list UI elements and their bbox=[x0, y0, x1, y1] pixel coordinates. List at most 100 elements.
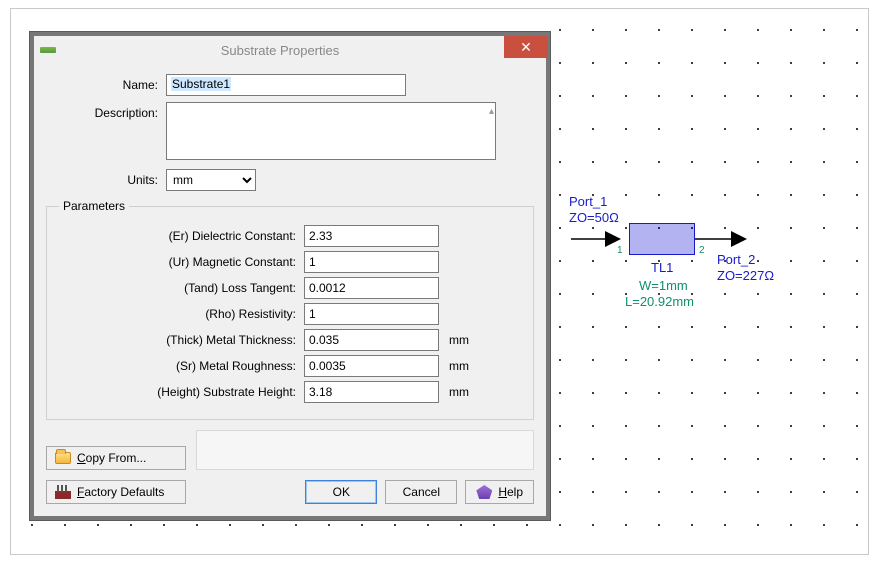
grid-dot bbox=[526, 524, 528, 526]
grid-dot bbox=[856, 62, 858, 64]
grid-dot bbox=[592, 293, 594, 295]
param-input-rho[interactable] bbox=[304, 303, 439, 325]
grid-dot bbox=[724, 29, 726, 31]
grid-dot bbox=[460, 524, 462, 526]
grid-dot bbox=[823, 458, 825, 460]
param-label-tand: (Tand) Loss Tangent: bbox=[59, 281, 304, 295]
param-input-thick[interactable] bbox=[304, 329, 439, 351]
grid-dot bbox=[691, 194, 693, 196]
grid-dot bbox=[691, 293, 693, 295]
cancel-button[interactable]: Cancel bbox=[385, 480, 457, 504]
grid-dot bbox=[592, 392, 594, 394]
grid-dot bbox=[625, 29, 627, 31]
grid-dot bbox=[790, 227, 792, 229]
param-input-tand[interactable] bbox=[304, 277, 439, 299]
grid-dot bbox=[691, 29, 693, 31]
grid-dot bbox=[592, 95, 594, 97]
param-input-sr[interactable] bbox=[304, 355, 439, 377]
grid-dot bbox=[790, 161, 792, 163]
param-input-ur[interactable] bbox=[304, 251, 439, 273]
grid-dot bbox=[658, 95, 660, 97]
grid-dot bbox=[592, 161, 594, 163]
grid-dot bbox=[757, 392, 759, 394]
grid-dot bbox=[559, 95, 561, 97]
grid-dot bbox=[724, 458, 726, 460]
grid-dot bbox=[658, 425, 660, 427]
tl-box[interactable] bbox=[629, 223, 695, 255]
grid-dot bbox=[625, 95, 627, 97]
grid-dot bbox=[724, 359, 726, 361]
grid-dot bbox=[757, 62, 759, 64]
grid-dot bbox=[592, 491, 594, 493]
grid-dot bbox=[691, 161, 693, 163]
folder-icon bbox=[55, 452, 71, 464]
grid-dot bbox=[361, 524, 363, 526]
grid-dot bbox=[625, 128, 627, 130]
grid-dot bbox=[691, 458, 693, 460]
scroll-up-icon[interactable]: ▴ bbox=[489, 106, 494, 117]
grid-dot bbox=[790, 29, 792, 31]
grid-dot bbox=[427, 524, 429, 526]
grid-dot bbox=[724, 194, 726, 196]
grid-dot bbox=[856, 359, 858, 361]
param-input-height[interactable] bbox=[304, 381, 439, 403]
help-icon bbox=[476, 485, 492, 499]
grid-dot bbox=[823, 392, 825, 394]
dialog-title: Substrate Properties bbox=[56, 43, 504, 58]
name-value: Substrate1 bbox=[171, 77, 231, 91]
description-label: Description: bbox=[46, 102, 166, 120]
grid-dot bbox=[724, 491, 726, 493]
grid-dot bbox=[559, 161, 561, 163]
grid-dot bbox=[724, 95, 726, 97]
grid-dot bbox=[592, 458, 594, 460]
grid-dot bbox=[823, 359, 825, 361]
close-button[interactable]: ✕ bbox=[504, 36, 548, 58]
grid-dot bbox=[823, 62, 825, 64]
grid-dot bbox=[790, 326, 792, 328]
factory-defaults-button[interactable]: Factory Defaults bbox=[46, 480, 186, 504]
factory-icon bbox=[55, 485, 71, 499]
grid-dot bbox=[823, 227, 825, 229]
grid-dot bbox=[757, 29, 759, 31]
help-button[interactable]: Help bbox=[465, 480, 534, 504]
ok-button[interactable]: OK bbox=[305, 480, 377, 504]
grid-dot bbox=[757, 425, 759, 427]
app-icon bbox=[40, 47, 56, 53]
grid-dot bbox=[559, 326, 561, 328]
port1-zo: ZO=50Ω bbox=[569, 210, 619, 225]
description-input[interactable] bbox=[166, 102, 496, 160]
grid-dot bbox=[823, 194, 825, 196]
grid-dot bbox=[658, 194, 660, 196]
port2-label: Port_2 bbox=[717, 252, 755, 267]
grid-dot bbox=[856, 95, 858, 97]
grid-dot bbox=[856, 161, 858, 163]
name-input[interactable]: Substrate1 bbox=[166, 74, 406, 96]
grid-dot bbox=[559, 260, 561, 262]
param-input-er[interactable] bbox=[304, 225, 439, 247]
param-unit-sr: mm bbox=[439, 359, 469, 373]
tl-width: W=1mm bbox=[639, 278, 688, 293]
grid-dot bbox=[559, 62, 561, 64]
grid-dot bbox=[790, 95, 792, 97]
grid-dot bbox=[724, 392, 726, 394]
copy-from-button[interactable]: Copy From... bbox=[46, 446, 186, 470]
grid-dot bbox=[691, 524, 693, 526]
grid-dot bbox=[559, 458, 561, 460]
grid-dot bbox=[790, 62, 792, 64]
grid-dot bbox=[559, 194, 561, 196]
port1-label: Port_1 bbox=[569, 194, 607, 209]
grid-dot bbox=[130, 524, 132, 526]
schematic[interactable]: Port_1 ZO=50Ω 1 2 Port_2 ZO=227Ω TL1 W=1… bbox=[569, 194, 869, 354]
grid-dot bbox=[790, 128, 792, 130]
grid-dot bbox=[625, 425, 627, 427]
substrate-properties-dialog: Substrate Properties ✕ Name: Substrate1 … bbox=[30, 32, 550, 520]
units-select[interactable]: mm bbox=[166, 169, 256, 191]
grid-dot bbox=[196, 524, 198, 526]
grid-dot bbox=[790, 194, 792, 196]
param-unit-thick: mm bbox=[439, 333, 469, 347]
grid-dot bbox=[757, 491, 759, 493]
grid-dot bbox=[658, 392, 660, 394]
grid-dot bbox=[658, 227, 660, 229]
grid-dot bbox=[724, 293, 726, 295]
grid-dot bbox=[856, 29, 858, 31]
